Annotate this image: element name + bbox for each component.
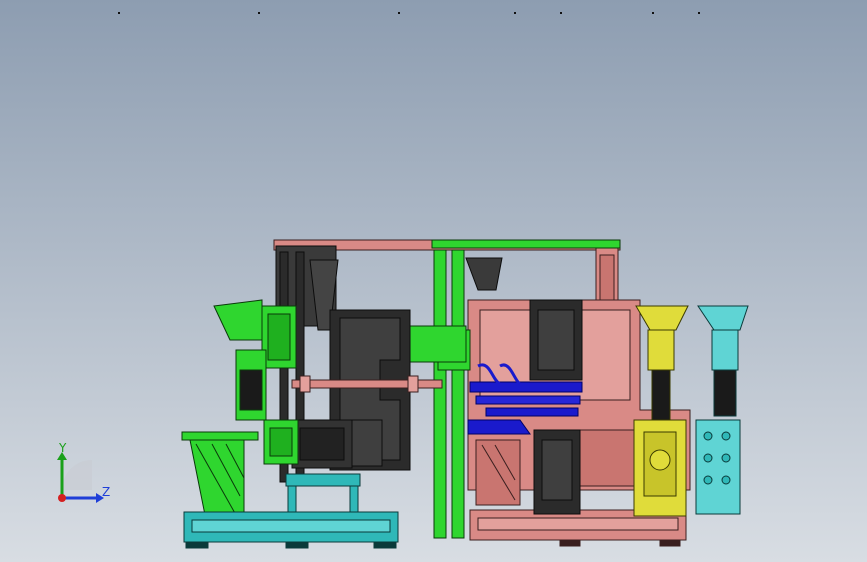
cad-viewport[interactable]: Y Z xyxy=(0,0,867,562)
y-axis-label: Y xyxy=(59,441,67,455)
cyan-actuator[interactable] xyxy=(695,305,749,515)
z-axis-label: Z xyxy=(102,485,111,499)
orientation-triad: Y Z xyxy=(52,440,122,510)
machine-assembly-model[interactable] xyxy=(0,0,867,562)
